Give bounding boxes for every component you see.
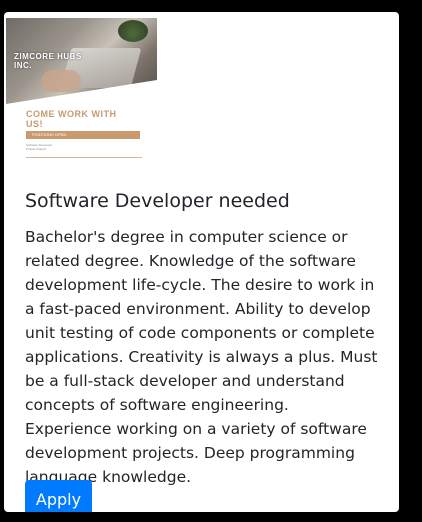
poster-banner-text: POSITIONS OPEN: [32, 132, 67, 137]
apply-button[interactable]: Apply: [25, 480, 92, 512]
poster-heading: COME WORK WITH US!: [26, 109, 117, 129]
job-title: Software Developer needed: [25, 190, 290, 212]
job-description: Bachelor's degree in computer science or…: [25, 228, 378, 486]
poster-details: Software Developer Project Analyst: [26, 143, 53, 151]
poster-divider: [26, 157, 142, 158]
poster-banner: POSITIONS OPEN: [26, 131, 140, 139]
poster-plant: [118, 20, 148, 42]
poster-diagonal: [6, 80, 157, 104]
job-card: ZIMCORE HUBS INC. COME WORK WITH US! POS…: [4, 12, 399, 512]
poster-brand: ZIMCORE HUBS INC.: [14, 52, 82, 70]
job-poster-image: ZIMCORE HUBS INC. COME WORK WITH US! POS…: [6, 18, 157, 170]
